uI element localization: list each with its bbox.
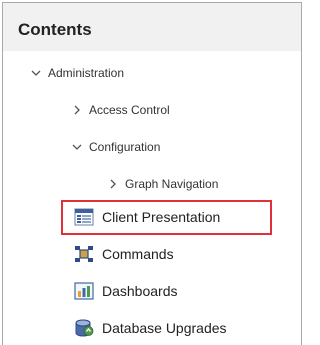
chevron-right-icon [71,104,83,116]
dashboards-icon [74,282,94,300]
chevron-right-icon [107,178,119,190]
commands-icon [75,246,93,262]
tree-item-dashboards[interactable]: Dashboards [74,282,178,300]
tree-item-label: Dashboards [102,283,178,299]
tree-item-administration[interactable]: Administration [30,66,124,80]
tree-item-graph-navigation[interactable]: Graph Navigation [107,177,218,191]
client-presentation-icon [74,208,94,226]
tree-item-access-control[interactable]: Access Control [71,103,170,117]
tree-item-database-upgrades[interactable]: Database Upgrades [74,319,227,337]
tree-item-label: Client Presentation [102,209,221,225]
chevron-down-icon [30,67,42,79]
database-upgrades-icon [75,319,94,337]
tree-item-label: Database Upgrades [102,320,227,336]
tree-item-label: Configuration [89,140,161,154]
panel-title: Contents [18,20,92,39]
tree-item-configuration[interactable]: Configuration [71,140,160,154]
tree-item-label: Graph Navigation [125,177,219,191]
tree-item-label: Administration [48,66,125,80]
contents-header: Contents [3,3,301,51]
tree-item-commands[interactable]: Commands [74,245,174,263]
tree-item-client-presentation[interactable]: Client Presentation [74,208,220,226]
tree-item-label: Access Control [89,103,170,117]
chevron-down-icon [71,141,83,153]
tree-item-label: Commands [102,246,174,262]
